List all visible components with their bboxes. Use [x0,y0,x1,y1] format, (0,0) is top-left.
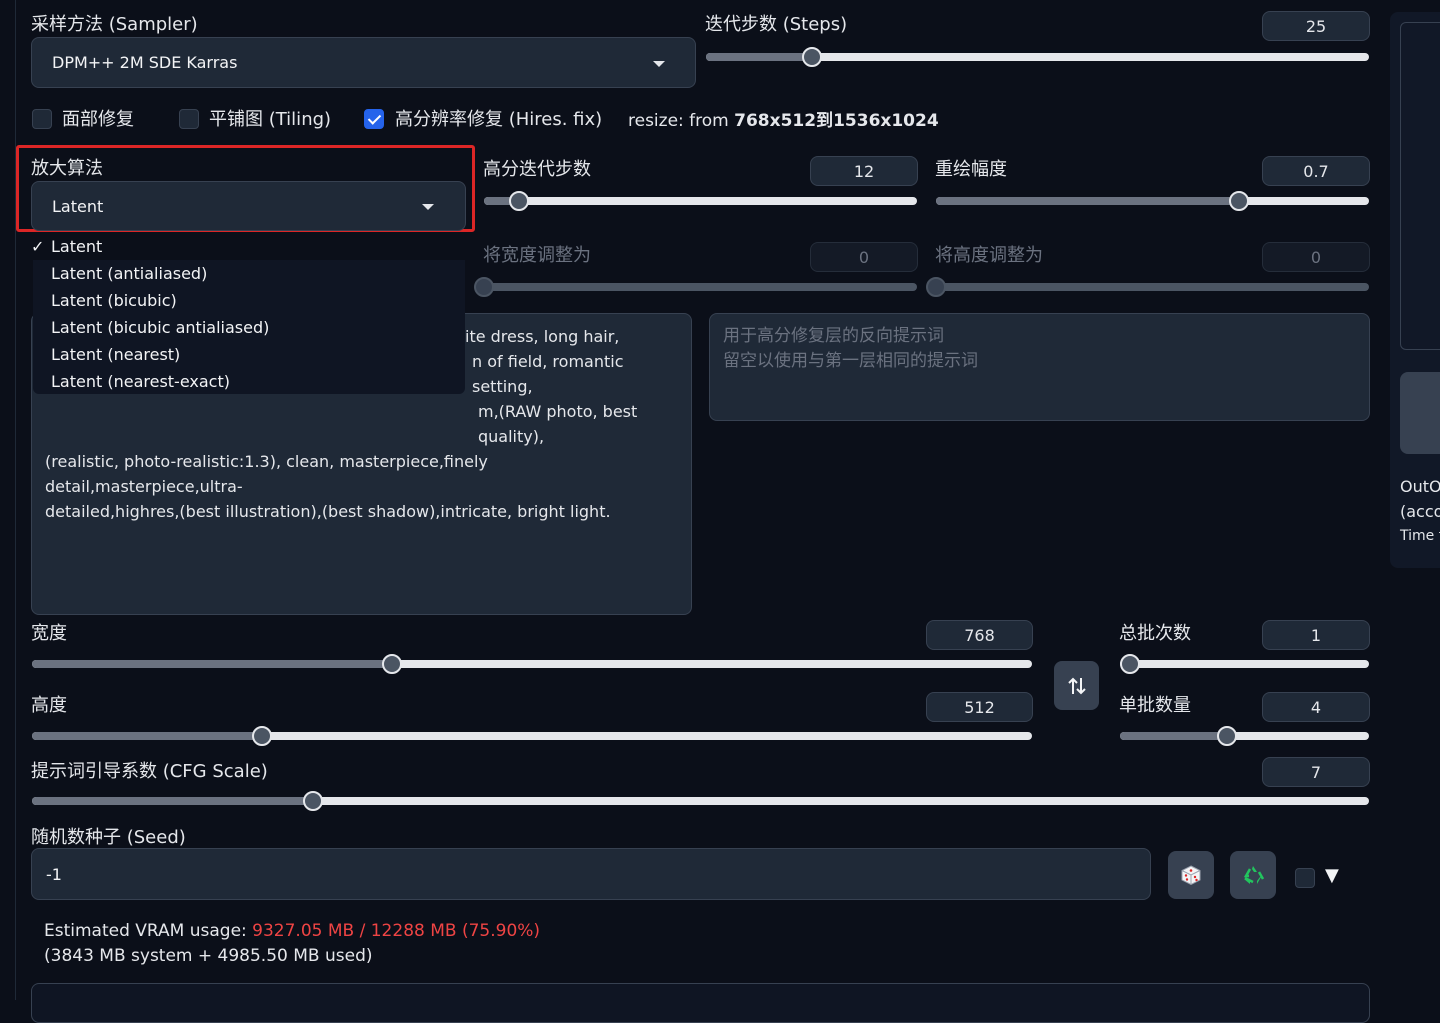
hires-prompt-line: (realistic, photo-realistic:1.3), clean,… [45,452,488,496]
tiling-checkbox[interactable] [179,109,199,129]
upscaler-option-latent-nearest-exact[interactable]: Latent (nearest-exact) [33,368,465,395]
denoise-slider[interactable] [936,191,1369,211]
right-preview-box [1400,22,1440,350]
swap-dimensions-icon [1067,677,1086,694]
width-slider-thumb[interactable] [382,654,402,674]
upscaler-option-latent-bicubic-antialiased[interactable]: Latent (bicubic antialiased) [33,314,465,341]
checkmark-icon: ✓ [31,237,45,256]
resize-height-input[interactable]: 0 [1262,242,1370,272]
upscaler-option-label: Latent [51,237,103,256]
cfg-slider[interactable] [32,791,1369,811]
resize-info: resize: from 768x512到1536x1024 [628,106,939,131]
upscaler-label: 放大算法 [31,158,103,179]
hires-steps-slider-thumb[interactable] [508,191,529,211]
resize-height-slider-thumb[interactable] [926,277,946,297]
height-slider-thumb[interactable] [252,726,272,746]
width-input[interactable]: 768 [926,620,1033,650]
steps-input[interactable]: 25 [1262,11,1370,41]
batch-count-slider-thumb[interactable] [1119,654,1140,674]
steps-slider[interactable] [706,47,1369,67]
seed-extra-checkbox[interactable] [1295,868,1315,888]
vram-detail: (3843 MB system + 4985.50 MB used) [44,946,373,966]
swap-dimensions-button[interactable] [1054,661,1099,710]
seed-input[interactable]: -1 [31,848,1151,900]
resize-height-slider[interactable] [926,277,1369,297]
upscaler-option-label: Latent (bicubic antialiased) [51,318,270,337]
recycle-icon [1243,866,1265,884]
batch-size-label: 单批数量 [1119,695,1191,716]
hires-negative-prompt-textarea[interactable]: 用于高分修复层的反向提示词 留空以使用与第一层相同的提示词 [709,313,1370,421]
vram-prefix: Estimated VRAM usage: [44,921,253,941]
hires-steps-label: 高分迭代步数 [483,159,591,180]
hires-prompt-line: m,(RAW photo, best quality), [478,402,638,446]
upscaler-option-latent-bicubic[interactable]: Latent (bicubic) [33,287,465,314]
resize-width-label: 将宽度调整为 [483,245,591,266]
hires-fix-label: 高分辨率修复 (Hires. fix) [395,109,603,130]
resize-width-slider[interactable] [474,277,917,297]
seed-extra-toggle-arrow[interactable]: ▼ [1325,865,1339,886]
denoise-slider-thumb[interactable] [1229,191,1250,211]
batch-size-slider-thumb[interactable] [1217,726,1238,746]
batch-count-slider[interactable] [1119,654,1369,674]
right-text-line1: OutO [1400,477,1440,496]
width-label: 宽度 [31,623,67,644]
face-restore-checkbox[interactable] [32,109,52,129]
steps-label: 迭代步数 (Steps) [705,14,848,35]
right-text-line2: (acco [1400,502,1440,521]
hires-negative-placeholder-line: 留空以使用与第一层相同的提示词 [723,351,978,371]
upscaler-dropdown-menu: ✓ Latent Latent (antialiased) Latent (bi… [31,233,465,395]
hires-negative-placeholder-line: 用于高分修复层的反向提示词 [723,326,944,346]
batch-size-slider[interactable] [1120,726,1369,746]
random-seed-button[interactable] [1168,851,1214,899]
dice-icon [1181,865,1201,886]
upscaler-option-label: Latent (antialiased) [51,264,208,283]
sampler-label: 采样方法 (Sampler) [31,14,198,35]
upscaler-option-label: Latent (nearest) [51,345,181,364]
upscaler-option-latent-antialiased[interactable]: Latent (antialiased) [33,260,465,287]
batch-count-input[interactable]: 1 [1262,620,1370,650]
upscaler-option-label: Latent (bicubic) [51,291,177,310]
height-slider[interactable] [32,726,1032,746]
cfg-input[interactable]: 7 [1262,757,1370,787]
resize-width-input[interactable]: 0 [810,242,918,272]
upscaler-dropdown[interactable]: Latent [31,181,466,231]
cfg-label: 提示词引导系数 (CFG Scale) [31,761,268,782]
denoise-input[interactable]: 0.7 [1262,156,1370,186]
upscaler-option-latent[interactable]: ✓ Latent [31,233,465,260]
hires-steps-input[interactable]: 12 [810,156,918,186]
cfg-slider-thumb[interactable] [302,791,323,811]
height-label: 高度 [31,695,67,716]
vram-usage: 9327.05 MB / 12288 MB (75.90%) [252,921,541,941]
resize-prefix: resize: from [628,111,735,131]
resize-height-label: 将高度调整为 [935,245,1043,266]
chevron-down-icon [422,204,434,210]
hires-steps-slider[interactable] [484,191,917,211]
upscaler-option-label: Latent (nearest-exact) [51,372,230,391]
vram-usage-line: Estimated VRAM usage: 9327.05 MB / 12288… [44,921,540,941]
steps-slider-thumb[interactable] [802,47,823,67]
seed-value: -1 [46,864,62,884]
tiling-label: 平铺图 (Tiling) [209,109,332,130]
denoise-label: 重绘幅度 [935,159,1007,180]
hires-fix-checkbox[interactable] [364,109,384,129]
height-input[interactable]: 512 [926,692,1033,722]
bottom-panel [31,983,1370,1023]
chevron-down-icon [653,61,665,67]
face-restore-label: 面部修复 [62,109,134,130]
hires-prompt-line: detailed,highres,(best illustration),(be… [45,502,611,521]
resize-width-slider-thumb[interactable] [474,277,494,297]
sampler-value: DPM++ 2M SDE Karras [52,53,238,72]
reuse-seed-button[interactable] [1230,851,1276,899]
sampler-dropdown[interactable]: DPM++ 2M SDE Karras [31,37,696,88]
upscaler-option-latent-nearest[interactable]: Latent (nearest) [33,341,465,368]
upscaler-value: Latent [52,196,104,216]
seed-label: 随机数种子 (Seed) [31,827,186,848]
resize-value: 768x512到1536x1024 [734,111,939,131]
width-slider[interactable] [32,654,1032,674]
batch-size-input[interactable]: 4 [1262,692,1370,722]
right-text-line3: Time t [1400,528,1440,544]
right-generate-button[interactable] [1400,372,1440,454]
batch-count-label: 总批次数 [1119,623,1191,644]
